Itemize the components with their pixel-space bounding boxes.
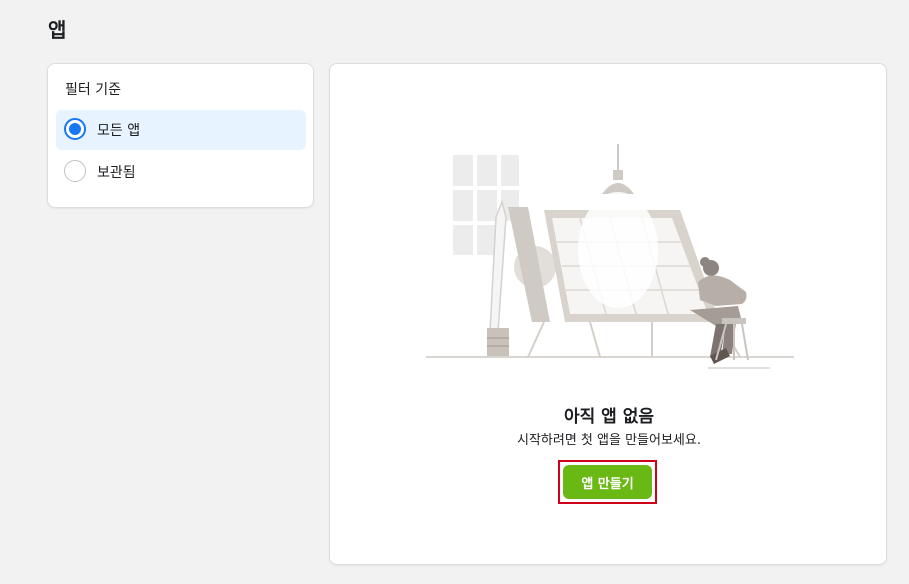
filter-option-all-apps[interactable]: 모든 앱: [56, 110, 306, 150]
lamp-icon: [578, 144, 658, 308]
radio-selected-icon[interactable]: [64, 118, 86, 140]
filter-title: 필터 기준: [65, 82, 121, 98]
create-app-highlight: 앱 만들기: [558, 460, 657, 504]
create-app-button[interactable]: 앱 만들기: [563, 465, 652, 499]
empty-state-illustration-icon: [426, 144, 794, 369]
apps-content-panel: 아직 앱 없음 시작하려면 첫 앱을 만들어보세요. 앱 만들기: [329, 63, 887, 565]
filter-option-label: 보관됨: [97, 165, 136, 181]
window-icon: [453, 155, 519, 255]
empty-state-subtitle: 시작하려면 첫 앱을 만들어보세요.: [517, 433, 701, 448]
filter-option-archived[interactable]: 보관됨: [56, 152, 306, 192]
radio-dot-icon: [69, 123, 81, 135]
empty-state-title: 아직 앱 없음: [563, 407, 655, 427]
filter-option-label: 모든 앱: [97, 123, 141, 139]
radio-unselected-icon[interactable]: [64, 160, 86, 182]
filter-panel: 필터 기준 모든 앱 보관됨: [47, 63, 314, 208]
page-title: 앱: [48, 18, 66, 42]
